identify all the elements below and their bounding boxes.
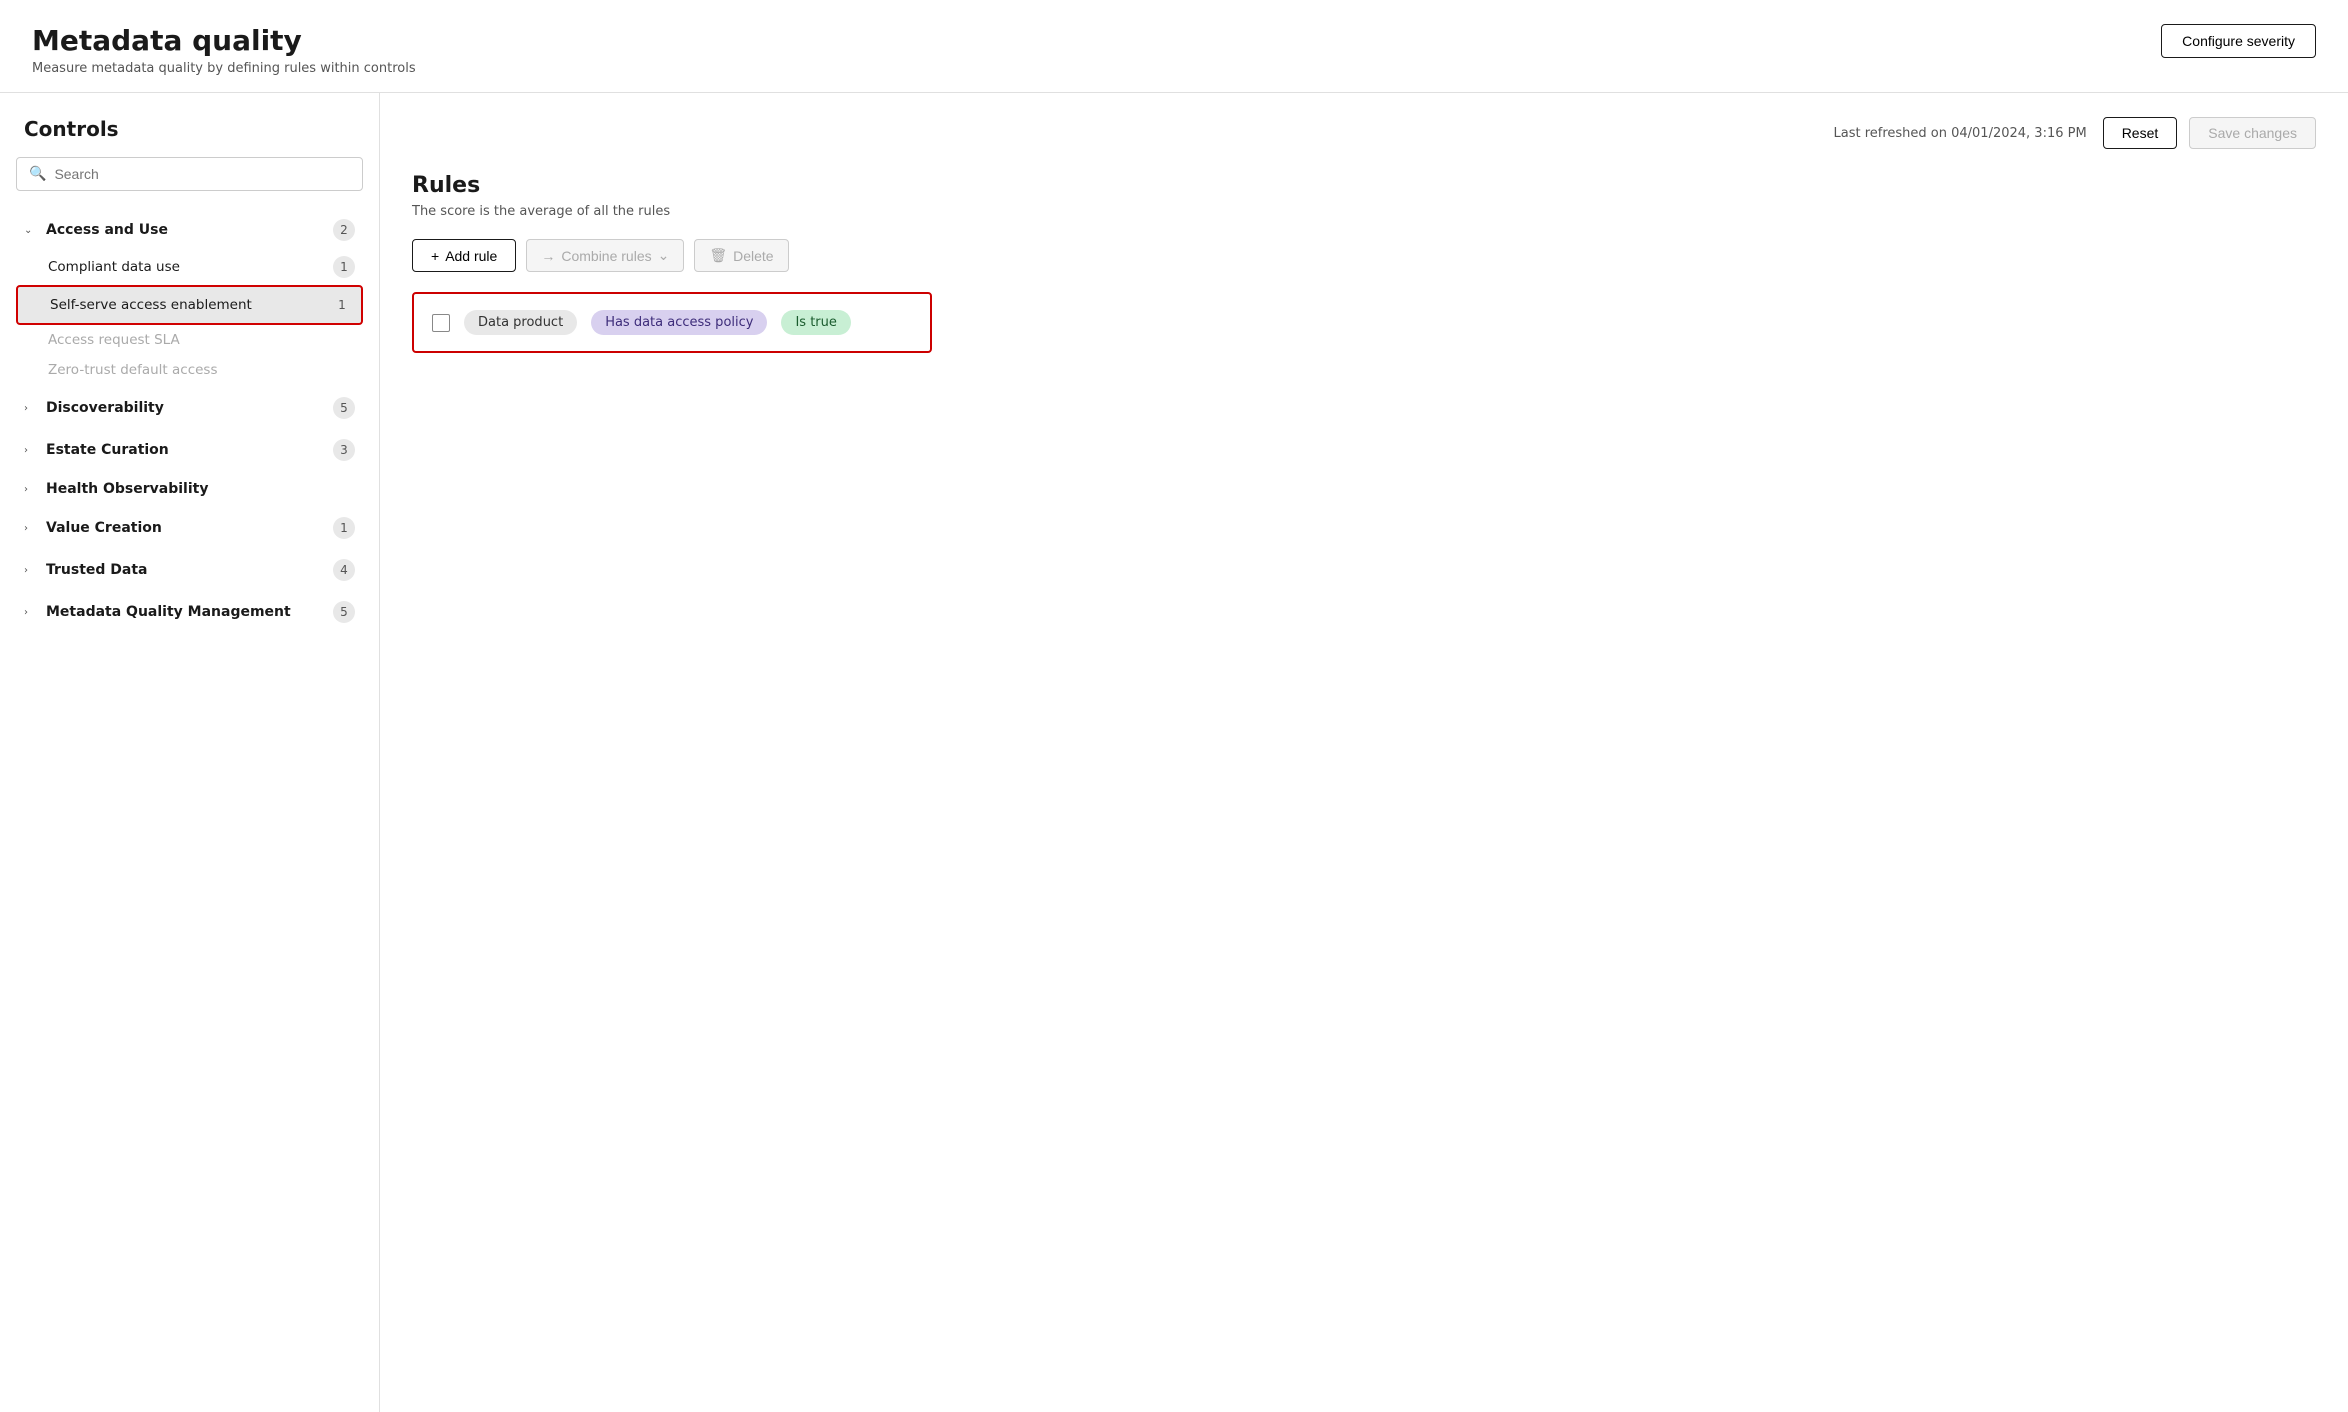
chevron-right-icon-td: › <box>24 565 38 576</box>
chevron-down-icon: ⌄ <box>24 225 38 236</box>
item-count-self-serve: 1 <box>331 294 353 316</box>
rules-section: Rules The score is the average of all th… <box>412 173 2316 353</box>
sidebar-group-header-value-creation[interactable]: › Value Creation 1 <box>16 509 363 547</box>
sidebar-item-zero-trust[interactable]: Zero-trust default access <box>16 355 363 385</box>
group-label-access-and-use: Access and Use <box>46 222 168 238</box>
sidebar-group-estate-curation: › Estate Curation 3 <box>16 431 363 469</box>
sidebar-group-trusted-data: › Trusted Data 4 <box>16 551 363 589</box>
sidebar-group-header-mqm[interactable]: › Metadata Quality Management 5 <box>16 593 363 631</box>
sidebar-item-label-access-request-sla: Access request SLA <box>48 332 180 348</box>
configure-severity-button[interactable]: Configure severity <box>2161 24 2316 58</box>
rules-subtitle: The score is the average of all the rule… <box>412 204 2316 219</box>
main-layout: Controls 🔍 ⌄ Access and Use 2 Compliant … <box>0 93 2348 1412</box>
rule-value-tag: Is true <box>781 310 850 335</box>
page-container: Metadata quality Measure metadata qualit… <box>0 0 2348 1412</box>
group-label-value-creation: Value Creation <box>46 520 162 536</box>
sidebar-group-metadata-quality-management: › Metadata Quality Management 5 <box>16 593 363 631</box>
chevron-right-icon-ho: › <box>24 484 38 495</box>
group-label-discoverability: Discoverability <box>46 400 164 416</box>
group-count-mqm: 5 <box>333 601 355 623</box>
sidebar-group-header-trusted-data[interactable]: › Trusted Data 4 <box>16 551 363 589</box>
sidebar-group-header-left: ⌄ Access and Use <box>24 222 168 238</box>
sidebar-group-header-left-ec: › Estate Curation <box>24 442 169 458</box>
sidebar-item-label-zero-trust: Zero-trust default access <box>48 362 218 378</box>
chevron-right-icon-disc: › <box>24 403 38 414</box>
sidebar-item-label-self-serve: Self-serve access enablement <box>50 297 252 313</box>
content-topbar: Last refreshed on 04/01/2024, 3:16 PM Re… <box>412 117 2316 149</box>
sidebar-group-header-health-observability[interactable]: › Health Observability <box>16 473 363 505</box>
item-count-compliant-data-use: 1 <box>333 256 355 278</box>
group-label-trusted-data: Trusted Data <box>46 562 148 578</box>
chevron-down-icon-combine: ⌄ <box>658 247 670 264</box>
delete-button: 🗑 Delete <box>694 239 788 272</box>
sidebar-group-value-creation: › Value Creation 1 <box>16 509 363 547</box>
add-rule-button[interactable]: + Add rule <box>412 239 516 272</box>
rule-checkbox[interactable] <box>432 314 450 332</box>
sidebar-item-compliant-data-use[interactable]: Compliant data use 1 <box>16 249 363 285</box>
rule-subject-tag: Data product <box>464 310 577 335</box>
group-count-estate-curation: 3 <box>333 439 355 461</box>
rules-title: Rules <box>412 173 2316 198</box>
group-count-access-and-use: 2 <box>333 219 355 241</box>
sidebar-group-header-left-ho: › Health Observability <box>24 481 208 497</box>
sidebar: Controls 🔍 ⌄ Access and Use 2 Compliant … <box>0 93 380 1412</box>
sidebar-group-header-discoverability[interactable]: › Discoverability 5 <box>16 389 363 427</box>
save-changes-button: Save changes <box>2189 117 2316 149</box>
delete-label: Delete <box>733 248 773 264</box>
reset-button[interactable]: Reset <box>2103 117 2178 149</box>
page-subtitle: Measure metadata quality by defining rul… <box>32 61 416 76</box>
search-box: 🔍 <box>16 157 363 191</box>
add-rule-label: Add rule <box>445 248 497 264</box>
sidebar-item-label-compliant-data-use: Compliant data use <box>48 259 180 275</box>
rules-toolbar: + Add rule → Combine rules ⌄ 🗑 Delete <box>412 239 2316 272</box>
chevron-right-icon-vc: › <box>24 523 38 534</box>
chevron-right-icon-mqm: › <box>24 607 38 618</box>
group-count-value-creation: 1 <box>333 517 355 539</box>
page-title: Metadata quality <box>32 24 416 57</box>
plus-icon: + <box>431 248 439 264</box>
chevron-right-icon-ec: › <box>24 445 38 456</box>
header-left: Metadata quality Measure metadata qualit… <box>32 24 416 76</box>
rules-list: Data product Has data access policy Is t… <box>412 292 2316 353</box>
sidebar-group-header-access-and-use[interactable]: ⌄ Access and Use 2 <box>16 211 363 249</box>
group-count-discoverability: 5 <box>333 397 355 419</box>
sidebar-group-access-and-use: ⌄ Access and Use 2 Compliant data use 1 … <box>16 211 363 385</box>
sidebar-item-access-request-sla[interactable]: Access request SLA <box>16 325 363 355</box>
sidebar-group-header-left-vc: › Value Creation <box>24 520 162 536</box>
trash-icon: 🗑 <box>709 247 727 264</box>
search-input[interactable] <box>54 166 350 182</box>
sidebar-group-header-left-disc: › Discoverability <box>24 400 164 416</box>
sidebar-group-header-estate-curation[interactable]: › Estate Curation 3 <box>16 431 363 469</box>
group-label-mqm: Metadata Quality Management <box>46 604 291 620</box>
combine-rules-button: → Combine rules ⌄ <box>526 239 684 272</box>
sidebar-group-health-observability: › Health Observability <box>16 473 363 505</box>
rule-condition-tag: Has data access policy <box>591 310 767 335</box>
rule-row: Data product Has data access policy Is t… <box>412 292 932 353</box>
sidebar-group-header-left-td: › Trusted Data <box>24 562 148 578</box>
group-count-trusted-data: 4 <box>333 559 355 581</box>
sidebar-item-self-serve-access[interactable]: Self-serve access enablement 1 <box>16 285 363 325</box>
header: Metadata quality Measure metadata qualit… <box>0 0 2348 93</box>
content-area: Last refreshed on 04/01/2024, 3:16 PM Re… <box>380 93 2348 1412</box>
last-refreshed-label: Last refreshed on 04/01/2024, 3:16 PM <box>1833 126 2086 141</box>
sidebar-group-header-left-mqm: › Metadata Quality Management <box>24 604 291 620</box>
group-label-health-observability: Health Observability <box>46 481 208 497</box>
combine-icon: → <box>541 248 555 264</box>
combine-rules-label: Combine rules <box>561 248 651 264</box>
search-icon: 🔍 <box>29 166 46 182</box>
sidebar-title: Controls <box>16 117 363 141</box>
group-label-estate-curation: Estate Curation <box>46 442 169 458</box>
sidebar-group-discoverability: › Discoverability 5 <box>16 389 363 427</box>
